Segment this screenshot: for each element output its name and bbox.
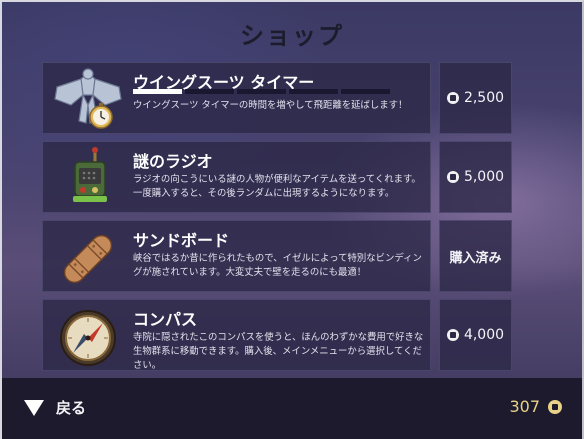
item-name: サンドボード — [133, 231, 230, 250]
price-value: 5,000 — [463, 169, 505, 185]
coin-icon — [446, 329, 459, 341]
compass-icon — [60, 310, 116, 366]
balance-value: 307 — [509, 397, 540, 416]
price-button[interactable]: 4,000 — [439, 299, 512, 371]
coin-balance: 307 — [509, 397, 562, 416]
upgrade-segment — [289, 89, 338, 94]
shop-item-sandboard[interactable]: サンドボード 峡谷ではるか昔に作られたもので、イゼルによって特別なビンディングが… — [42, 220, 512, 292]
upgrade-progress — [133, 89, 390, 94]
triangle-down-icon — [24, 399, 44, 416]
shop-item-compass[interactable]: コンパス 寺院に隠されたこのコンパスを使うと、ほんのわずかな費用で好きな生物群系… — [42, 299, 512, 371]
coin-icon — [446, 92, 459, 104]
radio-icon — [73, 147, 107, 202]
item-name: コンパス — [133, 310, 198, 329]
coin-icon — [548, 399, 562, 414]
wingsuit-timer-icon — [54, 68, 122, 129]
price-value: 4,000 — [463, 327, 505, 343]
item-card[interactable]: サンドボード 峡谷ではるか昔に作られたもので、イゼルによって特別なビンディングが… — [42, 220, 431, 292]
upgrade-segment — [237, 89, 286, 94]
upgrade-segment — [185, 89, 234, 94]
item-description: 寺院に隠されたこのコンパスを使うと、ほんのわずかな費用で好きな生物群系に移動でき… — [133, 332, 424, 371]
shop-item-wingsuit-timer[interactable]: ウイングスーツ タイマー ウイングスーツ タイマーの時間を増やして飛距離を延ばし… — [42, 62, 512, 134]
screen-title: ショップ — [240, 22, 344, 50]
shop-item-radio[interactable]: 謎のラジオ ラジオの向こうにいる謎の人物が便利なアイテムを送ってくれます。一度購… — [42, 141, 512, 213]
item-card[interactable]: 謎のラジオ ラジオの向こうにいる謎の人物が便利なアイテムを送ってくれます。一度購… — [42, 141, 431, 213]
price-button[interactable]: 2,500 — [439, 62, 512, 134]
item-description: 峡谷ではるか昔に作られたもので、イゼルによって特別なビンディングが施されています… — [133, 253, 422, 278]
item-card[interactable]: ウイングスーツ タイマー ウイングスーツ タイマーの時間を増やして飛距離を延ばし… — [42, 62, 431, 134]
coin-icon — [446, 171, 459, 183]
item-description: ラジオの向こうにいる謎の人物が便利なアイテムを送ってくれます。一度購入すると、そ… — [133, 174, 421, 199]
back-button[interactable]: 戻る — [24, 397, 86, 418]
item-name: 謎のラジオ — [133, 152, 213, 171]
upgrade-segment — [133, 89, 182, 94]
price-value: 2,500 — [463, 90, 505, 106]
back-label: 戻る — [56, 399, 87, 417]
footer-bar: 戻る 307 — [0, 378, 584, 439]
upgrade-segment — [341, 89, 390, 94]
price-button[interactable]: 5,000 — [439, 141, 512, 213]
purchased-status: 購入済み — [439, 220, 512, 292]
sandboard-icon — [63, 234, 113, 284]
item-description: ウイングスーツ タイマーの時間を増やして飛距離を延ばします！ — [133, 100, 408, 111]
item-card[interactable]: コンパス 寺院に隠されたこのコンパスを使うと、ほんのわずかな費用で好きな生物群系… — [42, 299, 431, 371]
